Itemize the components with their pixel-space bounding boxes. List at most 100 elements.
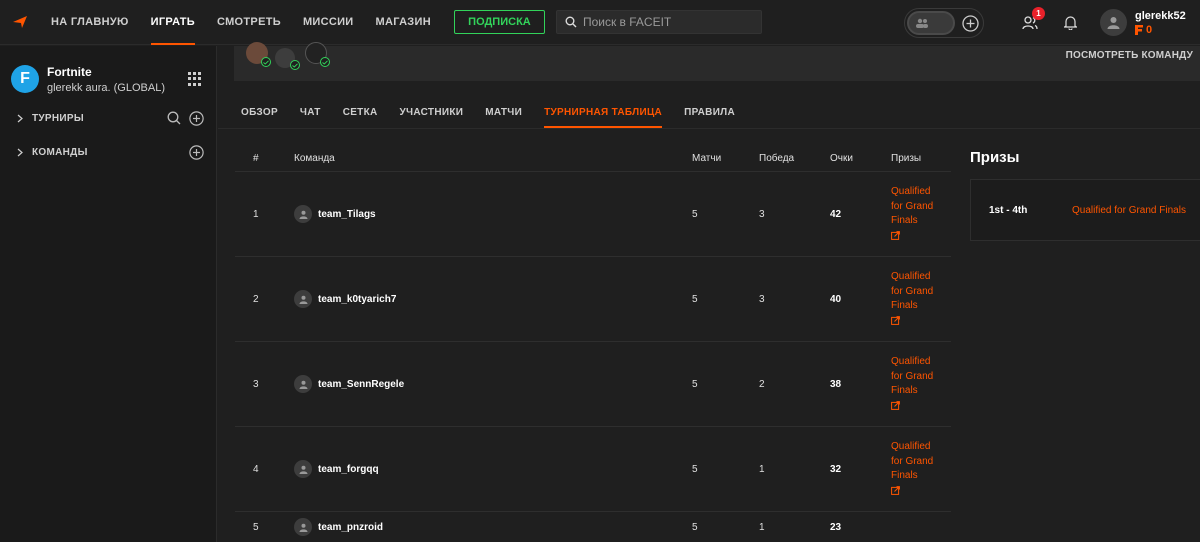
tab-bracket[interactable]: СЕТКА	[332, 96, 389, 128]
prize-text: Qualified for Grand Finals	[891, 186, 934, 227]
tab-overview[interactable]: ОБЗОР	[230, 96, 289, 128]
tab-matches[interactable]: МАТЧИ	[474, 96, 533, 128]
subscribe-button[interactable]: ПОДПИСКА	[453, 10, 545, 34]
external-link-icon[interactable]	[891, 230, 900, 240]
search-box[interactable]	[555, 10, 762, 34]
search-icon	[565, 16, 577, 28]
row-points: 42	[830, 208, 842, 220]
sidebar-item-teams[interactable]: КОМАНДЫ	[0, 135, 216, 169]
nav-missions[interactable]: МИССИИ	[303, 0, 354, 45]
row-prize: Qualified for Grand Finals	[891, 440, 951, 498]
game-info: Fortnite glerekk aura. (GLOBAL)	[47, 65, 188, 94]
row-team[interactable]: team_SennRegele	[294, 375, 692, 393]
sidebar: F Fortnite glerekk aura. (GLOBAL) ТУРНИР…	[0, 46, 217, 542]
add-tournament-button[interactable]	[189, 110, 204, 126]
team-avatar	[294, 460, 312, 478]
row-points: 23	[830, 521, 842, 533]
search-tournaments-button[interactable]	[167, 111, 181, 125]
col-points: Очки	[830, 153, 853, 164]
user-icon	[299, 210, 307, 219]
points-value: 0	[1146, 23, 1153, 36]
table-row: 4 team_forgqq 5 1 32 Qualified for Grand…	[235, 427, 951, 512]
nav-home[interactable]: НА ГЛАВНУЮ	[51, 0, 129, 45]
row-wins: 2	[759, 378, 765, 390]
external-link-icon[interactable]	[891, 400, 900, 410]
search-icon	[167, 111, 181, 125]
row-team[interactable]: team_k0tyarich7	[294, 290, 692, 308]
col-team: Команда	[294, 153, 335, 164]
row-rank: 4	[253, 463, 259, 475]
tab-participants[interactable]: УЧАСТНИКИ	[389, 96, 475, 128]
team-name[interactable]: team_k0tyarich7	[318, 294, 396, 305]
team-avatar	[294, 375, 312, 393]
row-team[interactable]: team_Tilags	[294, 205, 692, 223]
game-header[interactable]: F Fortnite glerekk aura. (GLOBAL)	[0, 46, 216, 100]
fortnite-logo-icon: F	[11, 65, 39, 93]
row-team[interactable]: team_forgqq	[294, 460, 692, 478]
ready-check-icon	[261, 57, 271, 67]
top-right-controls: 1 glerekk52 0	[904, 0, 1200, 45]
notifications-button[interactable]	[1050, 0, 1090, 45]
col-prizes: Призы	[891, 153, 922, 164]
team-name[interactable]: team_Tilags	[318, 209, 376, 220]
add-party-icon[interactable]	[962, 14, 979, 32]
row-rank: 2	[253, 293, 259, 305]
team-avatar	[294, 518, 312, 536]
col-wins: Победа	[759, 153, 795, 164]
friends-button[interactable]: 1	[1010, 0, 1050, 45]
row-prize: Qualified for Grand Finals	[891, 185, 951, 243]
add-icon	[189, 110, 204, 126]
top-bar: НА ГЛАВНУЮ ИГРАТЬ СМОТРЕТЬ МИССИИ МАГАЗИ…	[0, 0, 1200, 45]
prize-text: Qualified for Grand Finals	[891, 271, 934, 312]
points-display: 0	[1135, 24, 1186, 36]
faceit-logo-icon[interactable]	[0, 0, 40, 45]
team-name[interactable]: team_pnzroid	[318, 522, 383, 533]
row-rank: 1	[253, 208, 259, 220]
sidebar-item-label: ТУРНИРЫ	[32, 112, 84, 124]
table-row: 3 team_SennRegele 5 2 38 Qualified for G…	[235, 342, 951, 427]
party-toggle[interactable]	[904, 7, 984, 38]
prize-card: 1st - 4th Qualified for Grand Finals	[970, 179, 1200, 241]
external-link-icon[interactable]	[891, 485, 900, 495]
team-name[interactable]: team_SennRegele	[318, 379, 404, 390]
faceit-points-icon	[1135, 24, 1143, 35]
tab-rules[interactable]: ПРАВИЛА	[673, 96, 746, 128]
tab-chat[interactable]: ЧАТ	[289, 96, 332, 128]
prize-text: Qualified for Grand Finals	[891, 356, 934, 397]
user-icon	[1107, 17, 1120, 29]
standings-table: # Команда Матчи Победа Очки Призы 1 team…	[235, 146, 951, 542]
row-wins: 1	[759, 463, 765, 475]
nav-watch[interactable]: СМОТРЕТЬ	[217, 0, 281, 45]
row-wins: 3	[759, 208, 765, 220]
prize-value[interactable]: Qualified for Grand Finals	[1072, 205, 1186, 216]
row-wins: 1	[759, 521, 765, 533]
user-icon	[299, 380, 307, 389]
user-icon	[299, 523, 307, 532]
search-input[interactable]	[582, 15, 753, 29]
grid-menu-icon[interactable]	[188, 72, 202, 86]
nav-shop[interactable]: МАГАЗИН	[376, 0, 431, 45]
add-team-button[interactable]	[189, 144, 204, 160]
external-link-icon[interactable]	[891, 315, 900, 325]
avatar[interactable]	[1100, 9, 1127, 36]
row-team[interactable]: team_pnzroid	[294, 518, 692, 536]
tab-standings[interactable]: ТУРНИРНАЯ ТАБЛИЦА	[533, 96, 673, 128]
party-switch[interactable]	[907, 10, 955, 35]
team-name[interactable]: team_forgqq	[318, 464, 379, 475]
table-header: # Команда Матчи Победа Очки Призы	[235, 146, 951, 172]
user-info: glerekk52 0	[1135, 10, 1186, 36]
username: glerekk52	[1135, 9, 1186, 22]
user-menu[interactable]: glerekk52 0	[1100, 9, 1200, 36]
user-icon	[299, 295, 307, 304]
view-team-link[interactable]: ПОСМОТРЕТЬ КОМАНДУ	[1066, 50, 1193, 61]
prize-text: Qualified for Grand Finals	[891, 441, 934, 482]
sidebar-item-label: КОМАНДЫ	[32, 146, 88, 158]
team-strip: ПОСМОТРЕТЬ КОМАНДУ	[234, 42, 1200, 81]
prize-place: 1st - 4th	[989, 204, 1028, 216]
table-row: 2 team_k0tyarich7 5 3 40 Qualified for G…	[235, 257, 951, 342]
col-num: #	[253, 153, 259, 164]
sidebar-item-tournaments[interactable]: ТУРНИРЫ	[0, 101, 216, 135]
nav-play[interactable]: ИГРАТЬ	[150, 0, 196, 45]
table-row: 1 team_Tilags 5 3 42 Qualified for Grand…	[235, 172, 951, 257]
row-matches: 5	[692, 208, 698, 220]
